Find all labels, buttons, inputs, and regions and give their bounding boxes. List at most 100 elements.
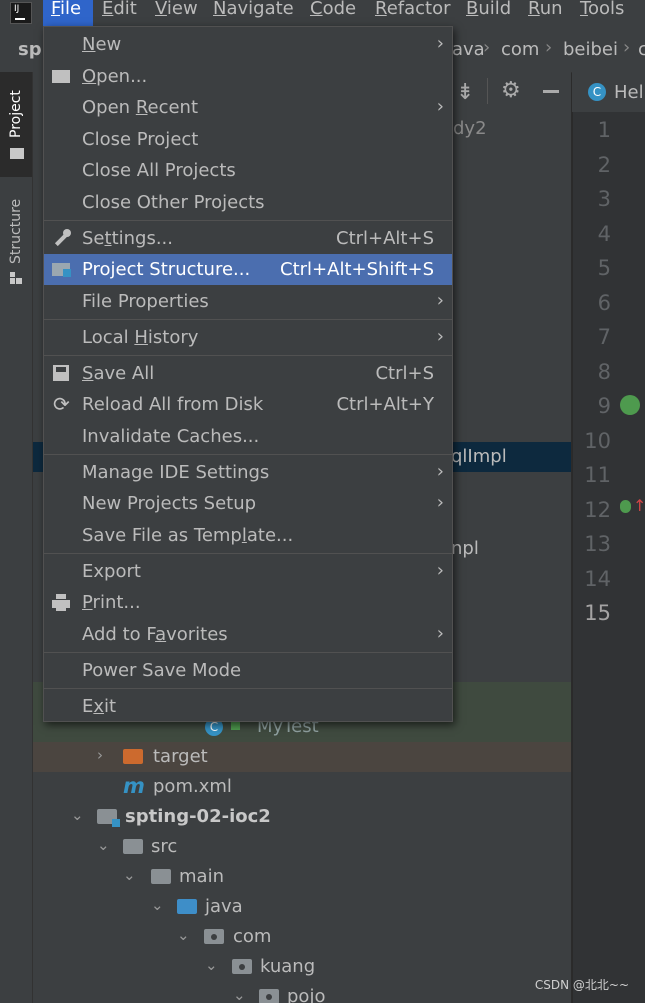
tree-label: java — [205, 896, 243, 917]
menu-item-manage-ide-settings[interactable]: Manage IDE Settings › — [44, 457, 452, 488]
chevron-down-icon[interactable]: ⌄ — [233, 986, 246, 1003]
menu-separator — [44, 319, 452, 320]
menu-item-save-all[interactable]: Save All Ctrl+S — [44, 358, 452, 389]
menu-separator — [44, 355, 452, 356]
submenu-arrow-icon: › — [436, 326, 444, 347]
menu-item-open-recent[interactable]: Open Recent › — [44, 92, 452, 123]
tree-row-com[interactable]: ⌄ com — [33, 922, 571, 952]
tree-row-pom[interactable]: m pom.xml — [33, 772, 571, 802]
chevron-down-icon[interactable]: ⌄ — [97, 836, 110, 854]
tree-partial-impl: npl — [451, 538, 479, 559]
tool-tab-project[interactable]: Project — [0, 72, 32, 177]
breadcrumb-next[interactable]: c — [638, 39, 645, 60]
menu-refactor[interactable]: Refactor — [375, 0, 451, 26]
tree-row-kuang[interactable]: ⌄ kuang — [33, 952, 571, 982]
breadcrumb-java[interactable]: ava — [452, 39, 485, 60]
line-number: 9 — [597, 394, 611, 418]
menu-item-close-project[interactable]: Close Project — [44, 124, 452, 155]
menu-item-print[interactable]: Print... — [44, 587, 452, 618]
collapse-all-icon[interactable]: ⇟ — [456, 80, 474, 105]
tree-label: spting-02-ioc2 — [125, 806, 271, 827]
editor-tab[interactable]: C Hel — [572, 72, 645, 112]
menu-navigate[interactable]: Navigate — [213, 0, 294, 26]
tree-row-target[interactable]: › target — [33, 742, 571, 772]
breadcrumb-separator-icon: › — [483, 37, 491, 58]
implements-gutter-icon[interactable] — [620, 500, 631, 513]
line-number: 10 — [584, 429, 611, 453]
package-icon — [259, 989, 279, 1003]
line-number: 5 — [597, 256, 611, 280]
reload-icon: ⟳ — [53, 392, 70, 416]
menu-item-invalidate-caches[interactable]: Invalidate Caches... — [44, 421, 452, 452]
toolbar-divider — [487, 78, 488, 104]
menu-item-add-to-favorites[interactable]: Add to Favorites › — [44, 619, 452, 650]
menu-item-exit[interactable]: Exit — [44, 691, 452, 722]
menu-item-local-history[interactable]: Local History › — [44, 322, 452, 353]
breadcrumb-separator-icon: › — [545, 37, 553, 58]
menu-item-close-other-projects[interactable]: Close Other Projects — [44, 187, 452, 218]
menu-item-project-structure[interactable]: Project Structure... Ctrl+Alt+Shift+S — [44, 254, 452, 285]
tree-label: pojo — [287, 986, 326, 1003]
tree-row-java[interactable]: ⌄ java — [33, 892, 571, 922]
menu-item-close-all-projects[interactable]: Close All Projects — [44, 155, 452, 186]
tool-tab-structure[interactable]: Structure — [0, 184, 32, 294]
line-number: 2 — [597, 153, 611, 177]
folder-icon — [10, 148, 24, 159]
breadcrumb-beibei[interactable]: beibei — [563, 39, 618, 60]
menu-code[interactable]: Code — [310, 0, 356, 26]
menu-view[interactable]: View — [155, 0, 198, 26]
shortcut: Ctrl+Alt+Y — [336, 394, 434, 415]
chevron-down-icon[interactable]: ⌄ — [123, 866, 136, 884]
menu-item-settings[interactable]: Settings... Ctrl+Alt+S — [44, 223, 452, 254]
file-menu-popup: New › Open... Open Recent › Close Projec… — [43, 26, 453, 722]
tree-label: pom.xml — [153, 776, 232, 797]
editor-tab-bar: C Hel — [572, 72, 645, 113]
line-number: 12 — [584, 498, 611, 522]
tree-label: main — [179, 866, 224, 887]
chevron-down-icon[interactable]: ⌄ — [177, 926, 190, 944]
left-tool-strip: Project Structure — [0, 72, 33, 1003]
menu-build[interactable]: Build — [466, 0, 511, 26]
tree-label: src — [151, 836, 178, 857]
maven-icon: m — [123, 774, 145, 798]
chevron-down-icon[interactable]: ⌄ — [205, 956, 218, 974]
class-icon: C — [588, 83, 606, 101]
tree-label: kuang — [260, 956, 316, 977]
line-number: 4 — [597, 222, 611, 246]
main-menu-bar: IJ File Edit View Navigate Code Refactor… — [0, 0, 645, 26]
override-arrow-icon[interactable]: ↑ — [633, 496, 645, 515]
module-folder-icon — [97, 809, 120, 827]
minimize-icon[interactable] — [543, 90, 559, 93]
project-structure-icon — [52, 260, 72, 278]
shortcut: Ctrl+Alt+Shift+S — [280, 259, 434, 280]
menu-run[interactable]: Run — [528, 0, 563, 26]
menu-item-export[interactable]: Export › — [44, 556, 452, 587]
chevron-down-icon[interactable]: ⌄ — [151, 896, 164, 914]
spring-bean-gutter-icon[interactable] — [620, 395, 640, 415]
chevron-right-icon[interactable]: › — [97, 746, 103, 764]
menu-item-reload-all[interactable]: ⟳ Reload All from Disk Ctrl+Alt+Y — [44, 389, 452, 420]
line-number: 7 — [597, 325, 611, 349]
submenu-arrow-icon: › — [436, 290, 444, 311]
folder-icon — [123, 839, 143, 854]
chevron-down-icon[interactable]: ⌄ — [71, 806, 84, 824]
breadcrumb-com[interactable]: com — [501, 39, 539, 60]
gear-icon[interactable]: ⚙ — [501, 78, 521, 103]
tree-row-main[interactable]: ⌄ main — [33, 862, 571, 892]
menu-item-save-file-as-template[interactable]: Save File as Template... — [44, 520, 452, 551]
menu-separator — [44, 652, 452, 653]
menu-edit[interactable]: Edit — [102, 0, 137, 26]
tree-row-module[interactable]: ⌄ spting-02-ioc2 — [33, 802, 571, 832]
excluded-folder-icon — [123, 749, 143, 764]
submenu-arrow-icon: › — [436, 96, 444, 117]
tree-row-pojo[interactable]: ⌄ pojo — [33, 982, 571, 1003]
menu-item-new-projects-setup[interactable]: New Projects Setup › — [44, 488, 452, 519]
menu-item-file-properties[interactable]: File Properties › — [44, 286, 452, 317]
menu-item-open[interactable]: Open... — [44, 61, 452, 92]
menu-item-power-save-mode[interactable]: Power Save Mode — [44, 655, 452, 686]
tree-row-src[interactable]: ⌄ src — [33, 832, 571, 862]
package-icon — [204, 929, 224, 944]
menu-tools[interactable]: Tools — [580, 0, 624, 26]
menu-file[interactable]: File — [43, 0, 93, 26]
menu-item-new[interactable]: New › — [44, 29, 452, 60]
